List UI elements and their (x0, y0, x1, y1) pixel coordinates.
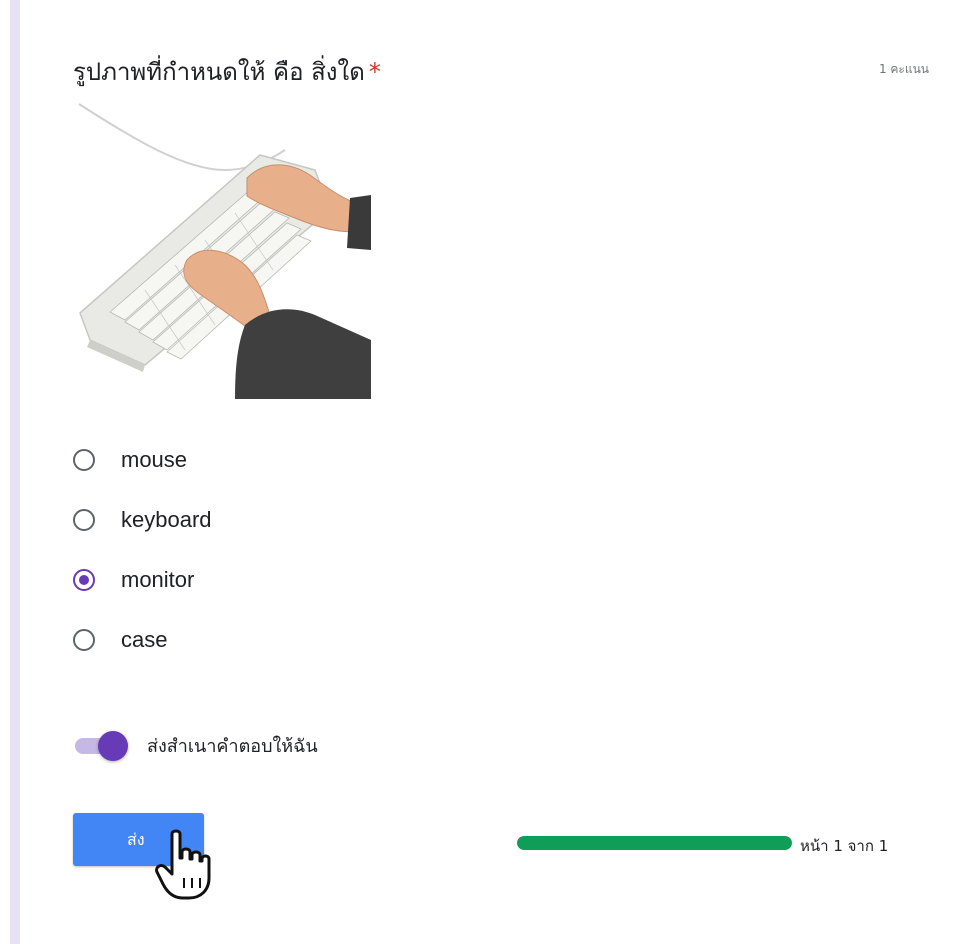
toggle-thumb (98, 731, 128, 761)
card-left-accent (10, 0, 20, 944)
radio-button[interactable] (73, 629, 95, 651)
question-title-text: รูปภาพที่กำหนดให้ คือ สิ่งใด (73, 58, 365, 86)
form-page: รูปภาพที่กำหนดให้ คือ สิ่งใด * 1 คะแนน m… (0, 0, 976, 944)
copy-responses-toggle[interactable] (73, 728, 129, 762)
option-mouse[interactable]: mouse (73, 430, 212, 490)
answer-options: mouse keyboard monitor case (73, 430, 212, 670)
option-keyboard[interactable]: keyboard (73, 490, 212, 550)
page-indicator: หน้า 1 จาก 1 (800, 837, 889, 855)
option-label: case (121, 627, 168, 652)
radio-button[interactable] (73, 449, 95, 471)
option-label: keyboard (121, 507, 212, 532)
question-image (75, 100, 371, 399)
progress-bar (517, 836, 792, 850)
submit-label: ส่ง (127, 830, 145, 849)
option-case[interactable]: case (73, 610, 212, 670)
keyboard-typing-photo-icon (78, 103, 371, 399)
submit-button[interactable]: ส่ง (73, 813, 204, 866)
copy-responses-row: ส่งสำเนาคำตอบให้ฉัน (73, 728, 318, 762)
option-label: mouse (121, 447, 188, 472)
question-title: รูปภาพที่กำหนดให้ คือ สิ่งใด * (73, 52, 381, 91)
progress-bar-fill (517, 836, 792, 850)
copy-responses-label: ส่งสำเนาคำตอบให้ฉัน (147, 735, 318, 757)
question-points: 1 คะแนน (878, 62, 929, 76)
option-monitor[interactable]: monitor (73, 550, 212, 610)
radio-button[interactable] (73, 509, 95, 531)
radio-button-checked[interactable] (73, 569, 95, 591)
option-label: monitor (121, 567, 195, 592)
required-marker: * (368, 58, 381, 86)
